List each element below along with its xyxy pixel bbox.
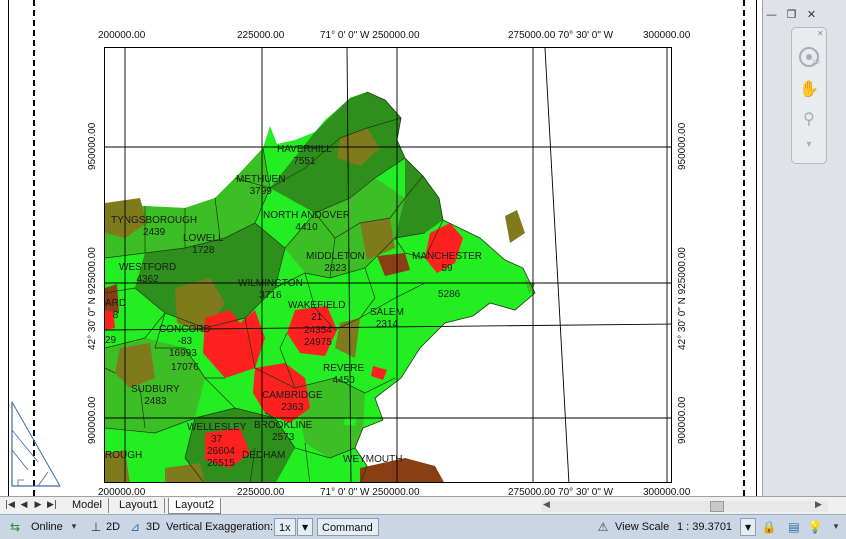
vertical-exaggeration-select[interactable]: 1x bbox=[274, 518, 296, 536]
map-viewport[interactable]: HAVERHILL 7551 METHUEN 3799 NORTH ANDOVER 4… bbox=[104, 47, 672, 483]
town-label-wakefield: WAKEFIELD 21 bbox=[288, 300, 346, 323]
town-label-north-andover: NORTH ANDOVER 4410 bbox=[263, 210, 351, 233]
town-label-haverhill: HAVERHILL 7551 bbox=[277, 144, 332, 167]
vertical-exaggeration-label: Vertical Exaggeration: bbox=[166, 521, 274, 533]
region-olive-7 bbox=[505, 210, 525, 243]
town-label-concord-3: 17076 bbox=[171, 362, 199, 373]
status-bar: ⇆ Online ▾ ⊥ 2D ⊿ 3D Vertical Exaggerati… bbox=[0, 514, 846, 539]
bottom-tick-5: 300000.00 bbox=[643, 487, 691, 496]
nav-bar-close-icon[interactable]: ✕ bbox=[817, 29, 824, 38]
right-tick-3: 900000.00 bbox=[677, 396, 688, 444]
town-label-sudbury: SUDBURY 2483 bbox=[131, 384, 180, 407]
sheet-edge-right bbox=[756, 0, 757, 496]
close-button[interactable]: ✕ bbox=[805, 9, 818, 20]
left-tick-3: 900000.00 bbox=[87, 396, 98, 444]
print-border-right bbox=[743, 0, 745, 496]
bottom-tick-4: 275000.00 70° 30' 0" W bbox=[508, 487, 614, 496]
town-label-middleton: MIDDLETON 2823 bbox=[306, 251, 365, 274]
tab-model[interactable]: Model bbox=[66, 498, 109, 513]
town-label-wellesley-3: 26515 bbox=[207, 458, 235, 469]
minimize-button[interactable]: — bbox=[765, 9, 778, 20]
town-label-rough: ROUGH bbox=[105, 450, 143, 461]
vertical-exaggeration-dropdown-icon[interactable]: ▼ bbox=[297, 518, 313, 536]
workspace-icon[interactable]: ▤ bbox=[785, 518, 803, 536]
3d-view-button[interactable]: 3D bbox=[146, 518, 160, 536]
town-label-revere: REVERE 4450 bbox=[323, 363, 365, 386]
town-label-brookline: BROOKLINE 2573 bbox=[254, 420, 313, 443]
navigation-bar[interactable]: ✕ 2D ✋ ⚲ ▾ bbox=[791, 27, 827, 164]
pan-hand-icon[interactable]: ✋ bbox=[798, 78, 820, 100]
town-label-ard-2: 29 bbox=[105, 335, 117, 346]
left-tick-2: 42° 30' 0" N 925000.00 bbox=[87, 247, 98, 350]
town-label-manchester-2: 5286 bbox=[438, 289, 461, 300]
steering-wheel-icon[interactable]: 2D bbox=[798, 46, 820, 68]
town-label-concord-2: 16993 bbox=[169, 348, 197, 359]
online-label: Online bbox=[31, 521, 63, 533]
town-label-lowell: LOWELL 1728 bbox=[183, 233, 224, 256]
top-tick-4: 275000.00 70° 30' 0" W bbox=[508, 30, 614, 41]
layout-paper: 200000.00 225000.00 71° 0' 0" W 250000.0… bbox=[0, 0, 762, 496]
bottom-tick-3: 71° 0' 0" W 250000.00 bbox=[320, 487, 420, 496]
scroll-right-icon[interactable]: ▶ bbox=[815, 500, 822, 510]
svg-text:2D: 2D bbox=[812, 60, 820, 66]
view-scale-value[interactable]: 1 : 39.3701 bbox=[677, 518, 732, 536]
top-tick-2: 225000.00 bbox=[237, 30, 285, 41]
bottom-tick-1: 200000.00 bbox=[98, 487, 146, 496]
town-label-wakefield-2: 24354 bbox=[304, 325, 332, 336]
nav-bar-menu-icon[interactable]: ▾ bbox=[798, 134, 820, 156]
2d-view-icon[interactable]: ⊥ bbox=[87, 518, 105, 536]
cursor-menu-icon[interactable]: ▾ bbox=[68, 518, 80, 536]
tab-layout1[interactable]: Layout1 bbox=[113, 498, 166, 513]
next-tab-icon[interactable]: ▶ bbox=[33, 499, 43, 512]
town-label-weymouth: WEYMOUTH bbox=[343, 454, 403, 465]
town-label-concord: CONCORD -83 bbox=[159, 324, 211, 347]
top-tick-1: 200000.00 bbox=[98, 30, 146, 41]
town-label-wakefield-3: 24975 bbox=[304, 337, 332, 348]
last-tab-icon[interactable]: ▶| bbox=[47, 499, 57, 512]
command-button[interactable]: Command bbox=[317, 518, 379, 536]
view-scale-dropdown-icon[interactable]: ▼ bbox=[740, 518, 756, 536]
3d-view-icon[interactable]: ⊿ bbox=[126, 518, 144, 536]
view-scale-label: View Scale bbox=[615, 521, 670, 533]
town-label-manchester: MANCHESTER 59 bbox=[412, 251, 483, 274]
bottom-tick-2: 225000.00 bbox=[237, 487, 285, 496]
zoom-icon[interactable]: ⚲ bbox=[798, 108, 820, 130]
town-label-wilmington: WILMINGTON 3716 bbox=[238, 278, 303, 301]
town-label-cambridge: CAMBRIDGE 2363 bbox=[262, 390, 323, 413]
town-label-wellesley: WELLESLEY 37 bbox=[187, 422, 247, 445]
town-label-salem: SALEM 2314 bbox=[370, 307, 404, 330]
first-tab-icon[interactable]: |◀ bbox=[5, 499, 15, 512]
top-tick-5: 300000.00 bbox=[643, 30, 691, 41]
town-label-wellesley-2: 26604 bbox=[207, 446, 235, 457]
horizontal-scrollbar[interactable] bbox=[542, 501, 828, 512]
right-tick-1: 950000.00 bbox=[677, 122, 688, 170]
town-label-westford: WESTFORD 4362 bbox=[119, 262, 177, 285]
town-label-ard: ARD 8 bbox=[105, 298, 127, 321]
2d-view-button[interactable]: 2D bbox=[106, 518, 120, 536]
top-tick-3: 71° 0' 0" W 250000.00 bbox=[320, 30, 420, 41]
town-label-dedham: DEDHAM bbox=[242, 450, 286, 461]
online-status-icon[interactable]: ⇆ bbox=[6, 518, 24, 536]
right-tick-2: 42° 30' 0" N 925000.00 bbox=[677, 247, 688, 350]
ucs-icon bbox=[11, 401, 61, 487]
scroll-left-icon[interactable]: ◀ bbox=[543, 500, 550, 510]
town-label-methuen: METHUEN 3799 bbox=[236, 174, 286, 197]
choropleth-map bbox=[105, 48, 671, 482]
tab-layout2[interactable]: Layout2 bbox=[168, 498, 222, 514]
lightbulb-icon[interactable]: 💡 bbox=[806, 518, 824, 536]
left-tick-1: 950000.00 bbox=[87, 122, 98, 170]
lock-icon[interactable]: 🔒 bbox=[760, 518, 778, 536]
warning-icon[interactable]: ⚠ bbox=[594, 518, 612, 536]
restore-button[interactable]: ❐ bbox=[785, 9, 798, 20]
prev-tab-icon[interactable]: ◀ bbox=[19, 499, 29, 512]
horizontal-scroll-thumb[interactable] bbox=[710, 501, 724, 512]
status-menu-icon[interactable]: ▾ bbox=[830, 518, 842, 536]
